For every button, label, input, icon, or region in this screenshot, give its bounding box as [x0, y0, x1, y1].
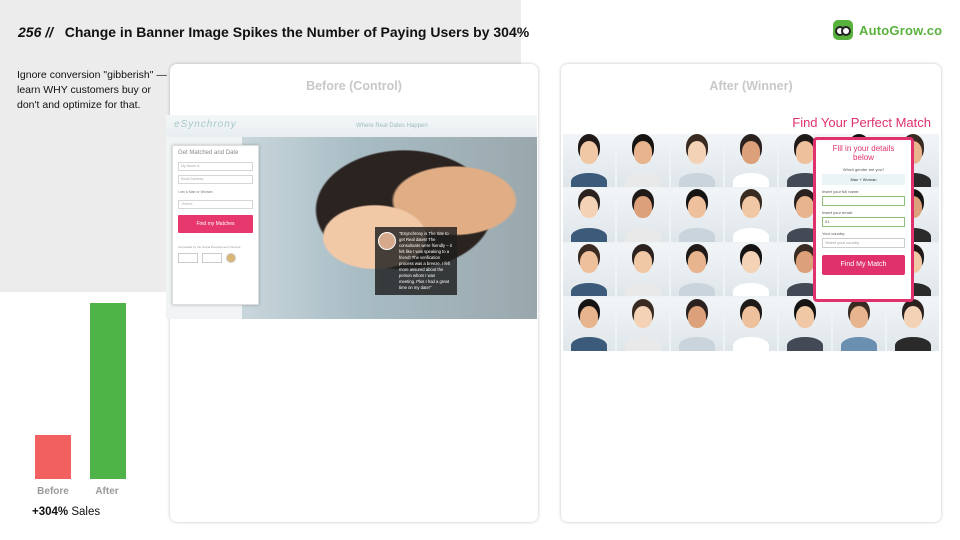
name-input[interactable]	[822, 196, 905, 206]
face-photo	[563, 188, 615, 242]
slide: 256 // Change in Banner Image Spikes the…	[0, 0, 960, 540]
badge-icon	[202, 253, 222, 263]
face-photo	[725, 298, 777, 351]
face-photo	[617, 188, 669, 242]
slide-heading: Change in Banner Image Spikes the Number…	[64, 24, 530, 40]
seal-icon	[226, 253, 236, 263]
before-site-brand: eSynchrony	[174, 119, 237, 130]
before-badges	[178, 253, 253, 263]
before-bar	[35, 435, 71, 479]
result-label: Sales	[71, 506, 101, 518]
testimonial-box: "ESynchrony is The Site to get Real date…	[375, 227, 457, 295]
face-photo	[671, 188, 723, 242]
before-card-title: Before (Control)	[306, 79, 402, 93]
find-my-matches-button[interactable]: Find my Matches	[178, 215, 253, 233]
after-signup-form: Fill in your details below Which gender …	[813, 137, 914, 302]
after-form-heading: Fill in your details below	[832, 144, 895, 162]
face-photo	[617, 243, 669, 297]
face-photo	[563, 243, 615, 297]
face-photo	[779, 298, 831, 351]
testimonial-text: "ESynchrony is The Site to get Real date…	[399, 231, 452, 290]
find-my-match-button[interactable]: Find My Match	[822, 255, 905, 275]
before-gender-select[interactable]: I am a Man or Woman	[178, 190, 253, 194]
autogrow-logo[interactable]: AutoGrow.co	[833, 20, 942, 40]
after-card-title: After (Winner)	[709, 79, 793, 93]
before-email-input[interactable]: Email Address	[178, 175, 253, 184]
after-site-header: Find Your Perfect Match	[563, 115, 939, 134]
face-photo	[671, 243, 723, 297]
after-bar-label: After	[95, 486, 119, 497]
face-photo	[833, 298, 885, 351]
face-photo	[563, 134, 615, 187]
face-photo	[617, 134, 669, 187]
after-bar	[90, 303, 126, 479]
slide-title: 256 // Change in Banner Image Spikes the…	[18, 24, 529, 40]
face-photo	[725, 243, 777, 297]
before-signup-form: Get Matched and Date My Name is Email Ad…	[172, 145, 259, 305]
side-note: Ignore conversion "gibberish" — learn WH…	[17, 69, 167, 111]
face-photo	[563, 298, 615, 351]
after-screenshot: Find Your Perfect Match Fill in your det…	[563, 115, 939, 351]
before-select-dropdown[interactable]: -Select-	[178, 200, 253, 209]
before-name-input[interactable]: My Name is	[178, 162, 253, 171]
country-label: Your country:	[822, 231, 846, 236]
face-photo	[671, 134, 723, 187]
result-value: +304%	[32, 506, 69, 518]
email-input[interactable]: 01	[822, 217, 905, 227]
gender-options[interactable]: Man + Woman	[822, 174, 905, 185]
logo-text: AutoGrow.co	[859, 22, 943, 38]
owl-logo-icon	[833, 20, 853, 40]
email-label: Insert your email:	[822, 210, 853, 215]
before-accreditation-text: Accredited by the Social Development Net…	[178, 245, 241, 249]
gender-label: Which gender are you?	[842, 167, 885, 172]
after-headline: Find Your Perfect Match	[792, 115, 931, 130]
before-form-heading: Get Matched and Date	[178, 150, 239, 156]
before-card: Before (Control) eSynchrony Where Real D…	[166, 64, 538, 522]
face-photo	[725, 188, 777, 242]
face-photo	[671, 298, 723, 351]
slide-number: 256 //	[18, 24, 54, 40]
after-card: After (Winner) Find Your Perfect Match F…	[561, 64, 941, 522]
testimonial-avatar	[378, 232, 396, 250]
before-screenshot: eSynchrony Where Real Dates Happen Get M…	[166, 115, 537, 319]
face-photo	[617, 298, 669, 351]
face-photo	[725, 134, 777, 187]
name-label: Insert your full name:	[822, 189, 860, 194]
before-site-header: eSynchrony Where Real Dates Happen	[166, 115, 537, 137]
result-summary: +304% Sales	[32, 506, 100, 518]
badge-icon	[178, 253, 198, 263]
before-site-tagline: Where Real Dates Happen	[356, 123, 428, 129]
face-photo	[887, 298, 939, 351]
country-select[interactable]: Select your country	[822, 238, 905, 248]
before-bar-label: Before	[37, 486, 69, 497]
